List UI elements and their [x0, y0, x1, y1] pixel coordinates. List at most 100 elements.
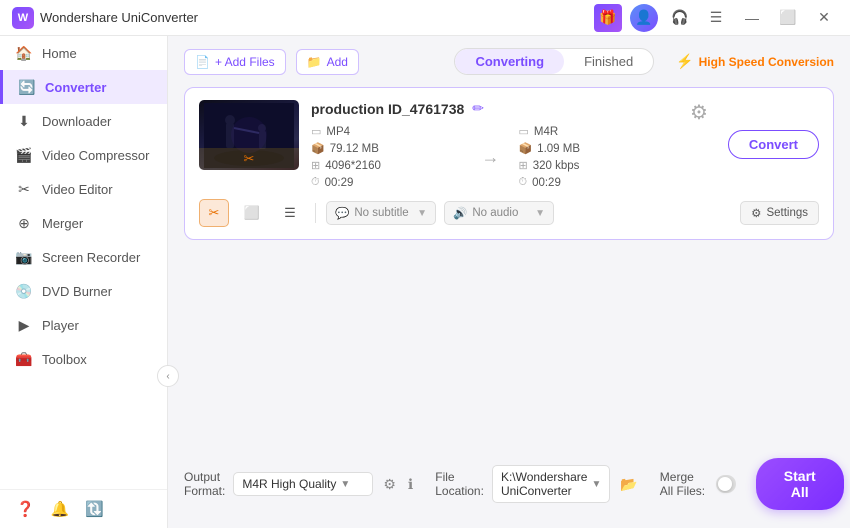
tab-finished[interactable]: Finished	[564, 49, 653, 74]
user-icon[interactable]: 👤	[630, 4, 658, 32]
sidebar-item-converter[interactable]: 🔄 Converter	[0, 70, 167, 104]
edit-title-icon[interactable]: ✏	[472, 100, 484, 117]
gift-icon[interactable]: 🎁	[594, 4, 622, 32]
merge-all-label: Merge All Files:	[660, 470, 708, 498]
sidebar-label-merger: Merger	[42, 216, 83, 231]
output-format-select[interactable]: M4R High Quality ▼	[233, 472, 373, 496]
sidebar-label-home: Home	[42, 46, 77, 61]
toolbar: 📄 + Add Files 📁 Add Converting Finished …	[184, 48, 834, 75]
convert-button[interactable]: Convert	[728, 130, 819, 159]
toggle-knob	[718, 477, 732, 491]
convert-arrow-icon: →	[481, 147, 499, 168]
source-format: MP4	[326, 126, 350, 138]
sidebar-label-converter: Converter	[45, 80, 106, 95]
file-card: ✂ production ID_4761738 ✏ ▭	[184, 87, 834, 240]
app-logo: W Wondershare UniConverter	[12, 7, 198, 29]
start-all-button[interactable]: Start All	[756, 458, 844, 510]
tab-group: Converting Finished	[454, 48, 654, 75]
bitrate-icon: ⊞	[518, 159, 527, 172]
screen-recorder-icon: 📷	[16, 249, 32, 265]
source-resolution: 4096*2160	[325, 160, 381, 172]
logo-icon: W	[12, 7, 34, 29]
bell-icon[interactable]: 🔔	[51, 500, 70, 518]
app-title: Wondershare UniConverter	[40, 10, 198, 25]
file-info: production ID_4761738 ✏ ▭ MP4 📦	[311, 100, 670, 189]
tab-converting[interactable]: Converting	[455, 49, 564, 74]
audio-select[interactable]: 🔊 No audio ▼	[444, 201, 554, 225]
sidebar-item-player[interactable]: ▶ Player	[0, 308, 167, 342]
settings-label: Settings	[766, 207, 808, 219]
folder-open-icon[interactable]: 📂	[618, 474, 639, 495]
settings-gear-icon: ⚙	[751, 206, 761, 220]
target-format-icon: ▭	[518, 125, 528, 138]
sidebar-item-downloader[interactable]: ⬇ Downloader	[0, 104, 167, 138]
source-duration: 00:29	[325, 177, 354, 189]
sidebar-label-toolbox: Toolbox	[42, 352, 87, 367]
high-speed-conversion-button[interactable]: ⚡ High Speed Conversion	[676, 53, 834, 70]
crop-tool-button[interactable]: ⬜	[237, 199, 267, 227]
subtitle-chevron-icon: ▼	[417, 208, 427, 219]
settings-button[interactable]: ⚙ Settings	[740, 201, 819, 225]
format-settings-icon[interactable]: ⚙	[381, 474, 398, 495]
add-folder-button[interactable]: 📁 Add	[296, 49, 359, 75]
high-speed-label: High Speed Conversion	[699, 55, 834, 69]
output-format-value: M4R High Quality	[242, 477, 336, 491]
sidebar-collapse-button[interactable]: ‹	[157, 365, 179, 387]
merge-all-field: Merge All Files:	[660, 470, 736, 498]
merger-icon: ⊕	[16, 215, 32, 231]
scissors-icon: ✂	[244, 151, 255, 167]
maximize-icon[interactable]: ⬜	[774, 4, 802, 32]
target-size: 1.09 MB	[537, 143, 580, 155]
sidebar-item-video-compressor[interactable]: 🎬 Video Compressor	[0, 138, 167, 172]
target-size-row: 📦 1.09 MB	[518, 142, 669, 155]
window-controls: 🎁 👤 🎧 ☰ — ⬜ ✕	[594, 4, 838, 32]
refresh-icon[interactable]: 🔃	[85, 500, 104, 518]
add-files-button[interactable]: 📄 + Add Files	[184, 49, 286, 75]
effects-tool-button[interactable]: ☰	[275, 199, 305, 227]
headset-icon[interactable]: 🎧	[666, 4, 694, 32]
target-meta: ▭ M4R 📦 1.09 MB ⊞ 320 kbps	[518, 125, 669, 189]
subtitle-select[interactable]: 💬 No subtitle ▼	[326, 201, 436, 225]
sidebar-item-dvd-burner[interactable]: 💿 DVD Burner	[0, 274, 167, 308]
sidebar-item-merger[interactable]: ⊕ Merger	[0, 206, 167, 240]
merge-all-toggle[interactable]	[716, 475, 736, 493]
sidebar-item-screen-recorder[interactable]: 📷 Screen Recorder	[0, 240, 167, 274]
sidebar-item-video-editor[interactable]: ✂ Video Editor	[0, 172, 167, 206]
video-editor-icon: ✂	[16, 181, 32, 197]
format-info-icon[interactable]: ℹ	[406, 474, 415, 495]
arrow-col: →	[470, 147, 510, 168]
toolbox-icon: 🧰	[16, 351, 32, 367]
target-duration-icon: ⏱	[518, 176, 527, 189]
card-right-icons: ⚙	[690, 100, 708, 125]
audio-icon: 🔊	[453, 206, 467, 220]
target-format-row: ▭ M4R	[518, 125, 669, 138]
file-card-top: ✂ production ID_4761738 ✏ ▭	[199, 100, 819, 189]
downloader-icon: ⬇	[16, 113, 32, 129]
file-thumbnail: ✂	[199, 100, 299, 170]
target-bitrate: 320 kbps	[533, 160, 580, 172]
sidebar-label-video-compressor: Video Compressor	[42, 148, 149, 163]
file-title: production ID_4761738	[311, 101, 464, 117]
card-settings-icon[interactable]: ⚙	[690, 100, 708, 125]
bottom-bar: Output Format: M4R High Quality ▼ ⚙ ℹ Fi…	[184, 448, 834, 516]
menu-icon[interactable]: ☰	[702, 4, 730, 32]
output-format-label: Output Format:	[184, 470, 225, 498]
file-title-row: production ID_4761738 ✏	[311, 100, 670, 117]
file-meta-grid: ▭ MP4 📦 79.12 MB ⊞ 4096*2160	[311, 125, 670, 189]
source-meta: ▭ MP4 📦 79.12 MB ⊞ 4096*2160	[311, 125, 462, 189]
scissors-tool-button[interactable]: ✂	[199, 199, 229, 227]
file-location-select[interactable]: K:\Wondershare UniConverter ▼	[492, 465, 610, 503]
sidebar-item-toolbox[interactable]: 🧰 Toolbox	[0, 342, 167, 376]
sidebar-item-home[interactable]: 🏠 Home	[0, 36, 167, 70]
file-location-field: File Location: K:\Wondershare UniConvert…	[435, 465, 640, 503]
close-icon[interactable]: ✕	[810, 4, 838, 32]
size-icon: 📦	[311, 142, 325, 155]
file-tools-row: ✂ ⬜ ☰ 💬 No subtitle ▼ 🔊 No audio ▼ ⚙ Set…	[199, 199, 819, 227]
sidebar-label-screen-recorder: Screen Recorder	[42, 250, 140, 265]
scissors-overlay: ✂	[199, 148, 299, 170]
target-size-icon: 📦	[518, 142, 532, 155]
minimize-icon[interactable]: —	[738, 4, 766, 32]
help-icon[interactable]: ❓	[16, 500, 35, 518]
sidebar-label-player: Player	[42, 318, 79, 333]
format-chevron-icon: ▼	[340, 479, 350, 490]
